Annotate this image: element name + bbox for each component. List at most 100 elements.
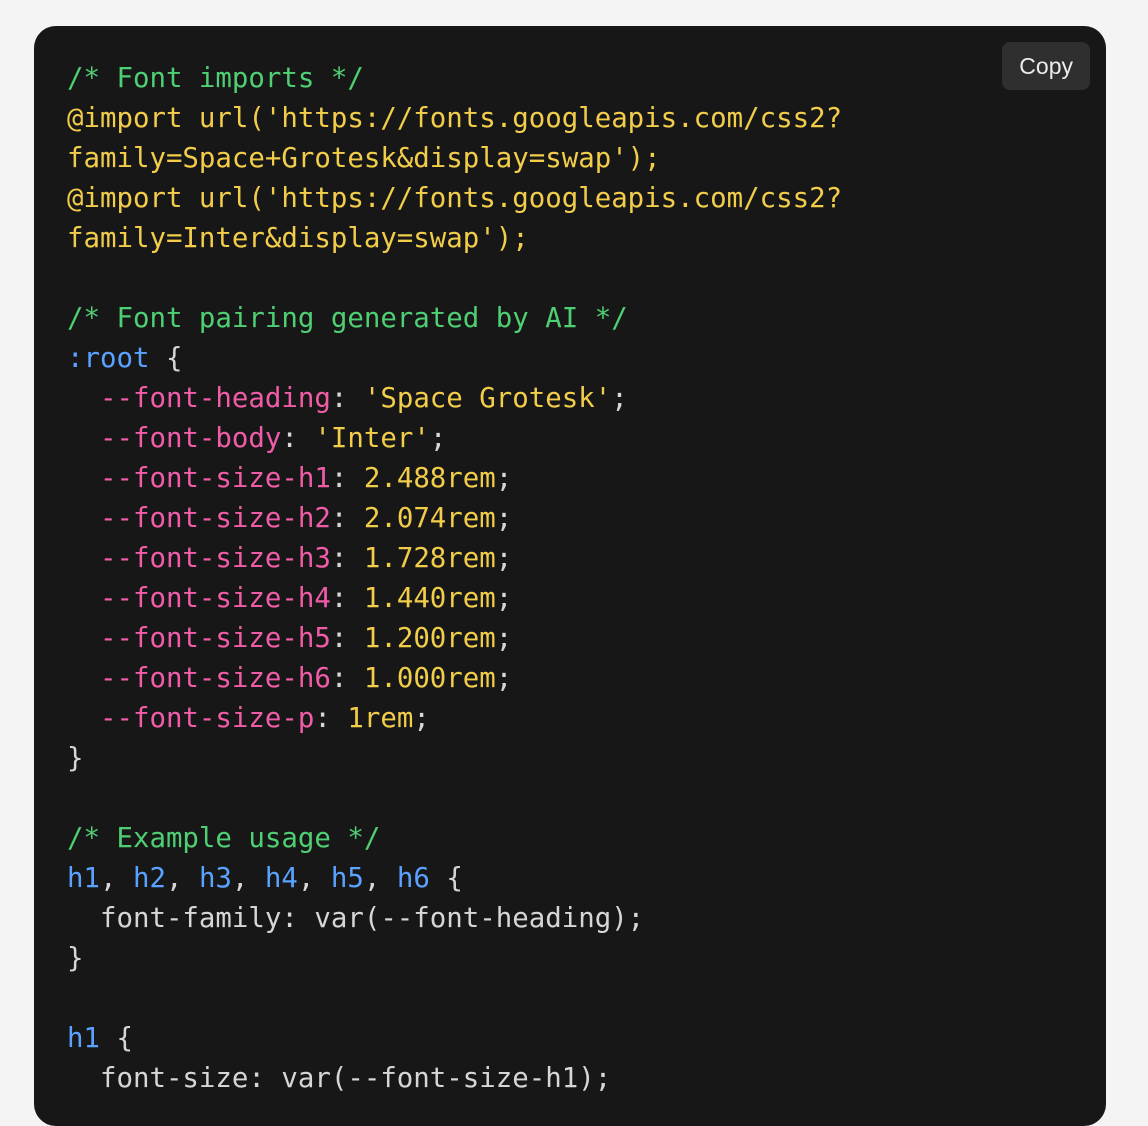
code-punctuation: ; — [429, 423, 447, 454]
code-punctuation: , — [363, 863, 397, 894]
code-property: --font-size-h5 — [99, 623, 331, 654]
code-property: --font-size-h2 — [99, 503, 331, 534]
code-line: --font-size-h4: 1.440rem; — [67, 579, 842, 619]
code-punctuation: ; — [495, 543, 513, 574]
code-line: font-family: var(--font-heading); — [67, 899, 842, 939]
code-selector: h1 — [67, 1023, 100, 1054]
code-value: 1.000rem — [363, 663, 496, 694]
code-line: /* Font pairing generated by AI */ — [67, 299, 842, 339]
code-string: @import url('https://fonts.googleapis.co… — [67, 183, 843, 214]
code-selector: :root — [67, 343, 150, 374]
code-line: ​ — [67, 979, 842, 1019]
code-line: ​ — [67, 259, 842, 299]
code-property: --font-size-h1 — [99, 463, 331, 494]
code-punctuation: } — [67, 743, 84, 774]
code-text: font-family: var(--font-heading); — [67, 903, 645, 934]
code-comment: /* Font imports */ — [67, 63, 364, 94]
code-property: --font-body — [99, 423, 282, 454]
code-line: /* Example usage */ — [67, 819, 842, 859]
code-line: family=Space+Grotesk&display=swap'); — [67, 139, 842, 179]
code-string: 'Inter' — [314, 423, 430, 454]
code-punctuation: : — [330, 383, 364, 414]
code-line: /* Font imports */ — [67, 59, 842, 99]
code-line: h1 { — [67, 1019, 842, 1059]
code-value: 2.488rem — [363, 463, 496, 494]
code-punctuation: : — [330, 583, 364, 614]
code-punctuation: , — [231, 863, 265, 894]
code-punctuation: { — [99, 1023, 133, 1054]
code-selector: h1 — [67, 863, 100, 894]
code-punctuation: : — [281, 423, 315, 454]
code-line: family=Inter&display=swap'); — [67, 219, 842, 259]
code-line: --font-size-h5: 1.200rem; — [67, 619, 842, 659]
code-string: @import url('https://fonts.googleapis.co… — [67, 103, 843, 134]
code-comment: /* Example usage */ — [67, 823, 381, 854]
code-line: --font-body: 'Inter'; — [67, 419, 842, 459]
code-punctuation: ; — [413, 703, 430, 734]
code-selector: h2 — [132, 863, 166, 894]
code-property: --font-size-h6 — [99, 663, 331, 694]
code-selector: h4 — [264, 863, 298, 894]
code-line: --font-heading: 'Space Grotesk'; — [67, 379, 842, 419]
code-punctuation: { — [149, 343, 183, 374]
code-punctuation: ; — [495, 623, 513, 654]
code-punctuation: ; — [611, 383, 628, 414]
code-text: font-size: var(--font-size-h1); — [67, 1063, 612, 1094]
code-selector: h5 — [330, 863, 364, 894]
code-punctuation: : — [330, 663, 364, 694]
code-content: /* Font imports */ @import url('https://f… — [67, 59, 842, 1099]
code-punctuation: ; — [495, 463, 513, 494]
code-punctuation: : — [330, 503, 364, 534]
code-punctuation: : — [314, 703, 348, 734]
code-line: --font-size-h2: 2.074rem; — [67, 499, 842, 539]
code-punctuation: ; — [495, 503, 513, 534]
code-string: family=Inter&display=swap'); — [67, 223, 529, 254]
code-selector: h6 — [396, 863, 430, 894]
code-line: @import url('https://fonts.googleapis.co… — [67, 179, 842, 219]
code-property: --font-size-h3 — [99, 543, 331, 574]
code-punctuation: } — [67, 943, 84, 974]
code-value: 1.200rem — [363, 623, 496, 654]
code-line: --font-size-h3: 1.728rem; — [67, 539, 842, 579]
code-punctuation: ; — [495, 583, 513, 614]
code-value: 2.074rem — [363, 503, 496, 534]
code-line: } — [67, 739, 842, 779]
code-value: 1rem — [347, 703, 414, 734]
code-punctuation: , — [99, 863, 133, 894]
code-punctuation: ; — [495, 663, 513, 694]
copy-button[interactable]: Copy — [1002, 42, 1090, 90]
code-property: --font-size-h4 — [99, 583, 331, 614]
code-value: 1.728rem — [363, 543, 496, 574]
code-line: :root { — [67, 339, 842, 379]
code-comment: /* Font pairing generated by AI */ — [67, 303, 628, 334]
code-punctuation: : — [330, 543, 364, 574]
code-property: --font-heading — [99, 383, 331, 414]
code-line: } — [67, 939, 842, 979]
code-selector: h3 — [198, 863, 232, 894]
code-line: @import url('https://fonts.googleapis.co… — [67, 99, 842, 139]
code-line: --font-size-p: 1rem; — [67, 699, 842, 739]
code-punctuation: , — [297, 863, 331, 894]
code-punctuation: : — [330, 463, 364, 494]
code-string: family=Space+Grotesk&display=swap'); — [67, 143, 661, 174]
code-string: 'Space Grotesk' — [363, 383, 612, 414]
code-line: --font-size-h6: 1.000rem; — [67, 659, 842, 699]
code-line: h1, h2, h3, h4, h5, h6 { — [67, 859, 842, 899]
code-line: font-size: var(--font-size-h1); — [67, 1059, 842, 1099]
code-block: Copy /* Font imports */ @import url('http… — [34, 26, 1106, 1126]
code-punctuation: , — [165, 863, 199, 894]
code-line: ​ — [67, 779, 842, 819]
code-punctuation: : — [330, 623, 364, 654]
code-property: --font-size-p — [99, 703, 315, 734]
code-value: 1.440rem — [363, 583, 496, 614]
code-line: --font-size-h1: 2.488rem; — [67, 459, 842, 499]
